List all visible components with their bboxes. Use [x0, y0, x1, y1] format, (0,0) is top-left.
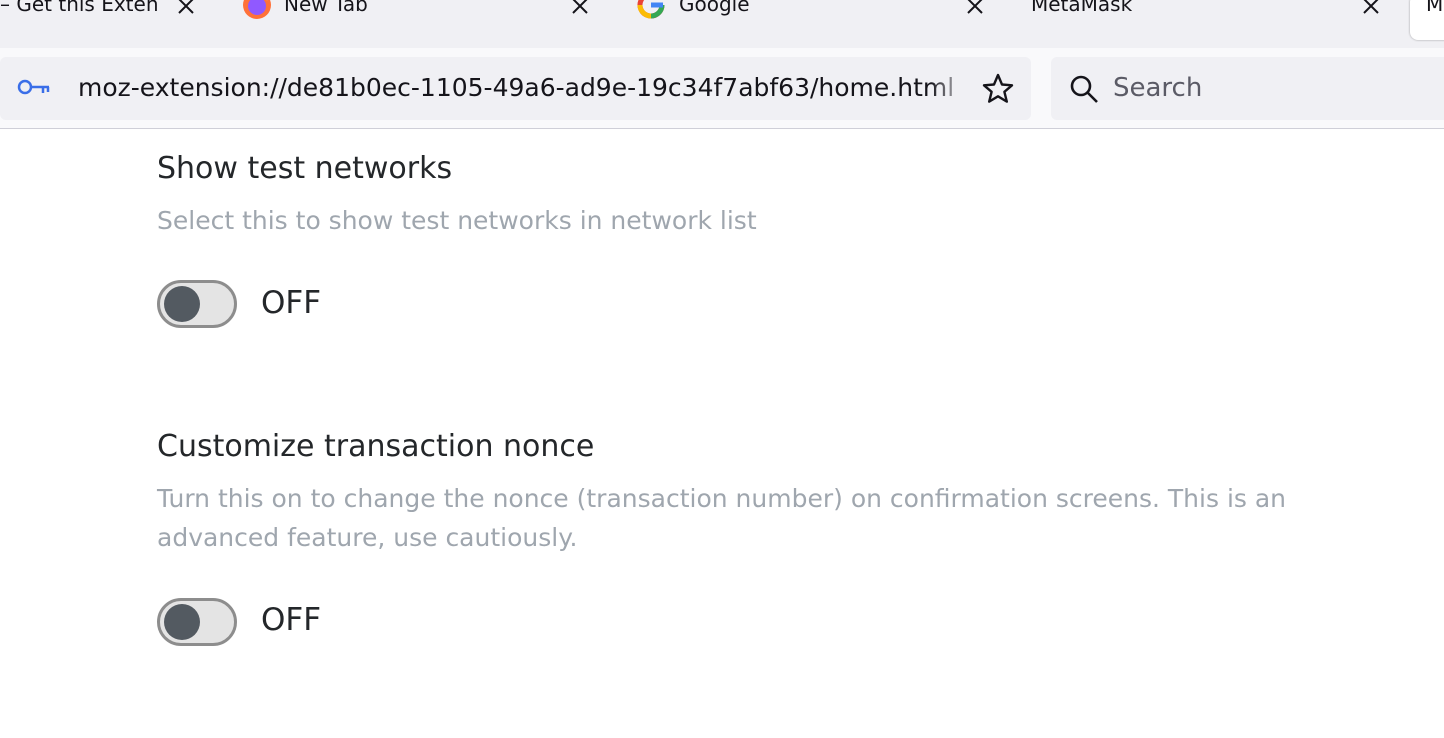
setting-title: Show test networks [157, 151, 453, 186]
customize-nonce-toggle[interactable] [157, 598, 237, 646]
url-text[interactable]: moz-extension://de81b0ec-1105-49a6-ad9e-… [78, 73, 968, 102]
tab-google[interactable]: Google [632, 0, 1002, 40]
navigation-toolbar: moz-extension://de81b0ec-1105-49a6-ad9e-… [0, 48, 1444, 129]
setting-description: Turn this on to change the nonce (transa… [157, 484, 1287, 552]
close-icon[interactable] [177, 0, 195, 15]
toggle-knob [164, 604, 200, 640]
tab-title: M [1426, 0, 1444, 16]
url-fade [930, 67, 970, 111]
close-icon[interactable] [966, 0, 984, 15]
key-icon[interactable] [17, 77, 51, 97]
google-icon [637, 0, 665, 19]
toggle-knob [164, 286, 200, 322]
address-bar[interactable]: moz-extension://de81b0ec-1105-49a6-ad9e-… [0, 57, 1031, 120]
tab-metamask[interactable]: MetaMask [1028, 0, 1398, 40]
close-icon[interactable] [571, 0, 589, 15]
tab-title: – Get this Exten [0, 0, 159, 16]
search-bar[interactable]: Search [1051, 57, 1444, 120]
tab-active[interactable]: M [1410, 0, 1444, 40]
tab-get-extension[interactable]: – Get this Exten [0, 0, 210, 40]
setting-title: Customize transaction nonce [157, 429, 595, 464]
toggle-state-label: OFF [261, 602, 322, 638]
tab-new-tab[interactable]: New Tab [236, 0, 606, 40]
star-icon[interactable] [981, 72, 1015, 106]
search-input[interactable]: Search [1113, 73, 1202, 103]
tab-title: MetaMask [1031, 0, 1133, 16]
tab-title: Google [679, 0, 750, 16]
firefox-icon [243, 0, 271, 19]
close-icon[interactable] [1362, 0, 1380, 15]
show-test-networks-toggle[interactable] [157, 280, 237, 328]
tab-strip: – Get this Exten New Tab Google MetaMask [0, 0, 1444, 48]
tab-title: New Tab [284, 0, 368, 16]
toggle-state-label: OFF [261, 285, 322, 321]
setting-description: Select this to show test networks in net… [157, 206, 757, 235]
search-icon [1070, 75, 1098, 103]
